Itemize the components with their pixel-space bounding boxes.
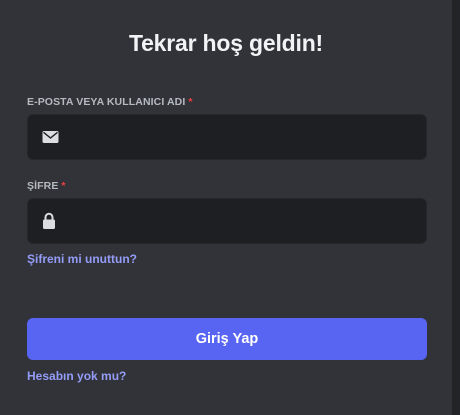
register-link[interactable]: Hesabın yok mu? [27,369,126,383]
forgot-password-link[interactable]: Şifreni mi unuttun? [27,252,137,266]
password-label-text: ŞİFRE [27,180,59,192]
password-input[interactable] [72,199,416,245]
required-asterisk: * [61,180,66,192]
email-input[interactable] [72,115,416,161]
required-asterisk: * [188,96,193,108]
email-label-text: E-POSTA VEYA KULLANICI ADI [27,96,186,108]
email-field[interactable] [27,114,427,161]
lock-icon [42,212,56,230]
email-label: E-POSTA VEYA KULLANICI ADI * [27,96,193,108]
login-button[interactable]: Giriş Yap [27,318,427,360]
envelope-icon [42,131,59,144]
login-panel: Tekrar hoş geldin! E-POSTA VEYA KULLANIC… [0,0,452,415]
window-edge [452,0,460,415]
password-label: ŞİFRE * [27,180,66,192]
password-field[interactable] [27,198,427,245]
page-title: Tekrar hoş geldin! [128,30,324,56]
